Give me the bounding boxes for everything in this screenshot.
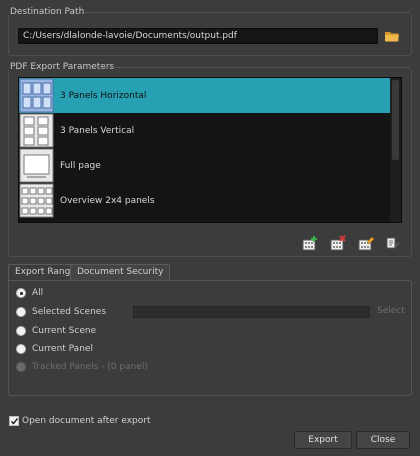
radio-label: Current Scene	[32, 326, 97, 336]
pdf-export-parameters-divider	[100, 67, 410, 68]
delete-layout-icon	[330, 235, 346, 251]
list-item[interactable]: 3 Panels Vertical	[19, 113, 391, 148]
radio-label: Tracked Panels - (0 panel)	[32, 362, 148, 372]
browse-folder-button[interactable]	[383, 28, 401, 44]
full-page-icon	[19, 148, 54, 183]
select-button[interactable]: Select	[377, 306, 405, 316]
radio-button[interactable]	[16, 307, 26, 317]
delete-layout-button[interactable]	[330, 235, 346, 251]
radio-option-current-panel[interactable]: Current Panel	[16, 343, 93, 355]
radio-label: Selected Scenes	[32, 307, 107, 317]
folder-icon	[385, 32, 399, 42]
three-panels-horizontal-icon	[19, 78, 54, 113]
rename-layout-button[interactable]	[358, 235, 375, 251]
list-item-label: 3 Panels Horizontal	[60, 90, 147, 101]
list-item-label: Overview 2x4 panels	[60, 195, 155, 206]
list-item-label: 3 Panels Vertical	[60, 125, 135, 136]
list-item-label: Full page	[60, 160, 101, 171]
add-layout-button[interactable]	[302, 235, 318, 251]
destination-path-divider	[85, 12, 410, 13]
edit-layout-button[interactable]	[386, 235, 400, 251]
open-after-export-checkbox[interactable]	[9, 416, 19, 426]
radio-button[interactable]	[16, 326, 26, 336]
tab-document-security[interactable]: Document Security	[70, 264, 171, 280]
edit-layout-icon	[386, 237, 400, 249]
radio-option-selected-scenes[interactable]: Selected Scenes	[16, 306, 106, 318]
radio-label: All	[32, 288, 44, 298]
radio-option-current-scene[interactable]: Current Scene	[16, 325, 96, 337]
rename-layout-icon	[358, 236, 375, 251]
radio-option-all[interactable]: All	[16, 287, 43, 299]
radio-button	[16, 362, 26, 372]
scrollbar-handle[interactable]	[392, 80, 399, 160]
list-item[interactable]: Full page	[19, 148, 391, 183]
list-item[interactable]: 3 Panels Horizontal	[19, 78, 391, 113]
export-button[interactable]: Export	[294, 431, 352, 449]
radio-label: Current Panel	[32, 344, 93, 354]
close-button[interactable]: Close	[356, 431, 410, 449]
radio-option-tracked-panels: Tracked Panels - (0 panel)	[16, 361, 148, 373]
overview-2x4-panels-icon	[19, 183, 54, 218]
destination-path-field[interactable]: C:/Users/dlalonde-lavoie/Documents/outpu…	[18, 28, 378, 44]
radio-button[interactable]	[16, 344, 26, 354]
add-layout-icon	[302, 236, 317, 251]
layout-list[interactable]: 3 Panels Horizontal 3 Panels Vertical Fu…	[18, 77, 402, 223]
open-after-export-label: Open document after export	[22, 416, 151, 426]
selected-scenes-field[interactable]	[133, 306, 370, 318]
checkmark-icon	[11, 418, 19, 425]
list-scrollbar[interactable]	[390, 78, 401, 222]
radio-button[interactable]	[16, 288, 26, 298]
list-item[interactable]: Overview 2x4 panels	[19, 183, 391, 218]
three-panels-vertical-icon	[19, 113, 54, 148]
export-range-panel	[8, 280, 412, 396]
